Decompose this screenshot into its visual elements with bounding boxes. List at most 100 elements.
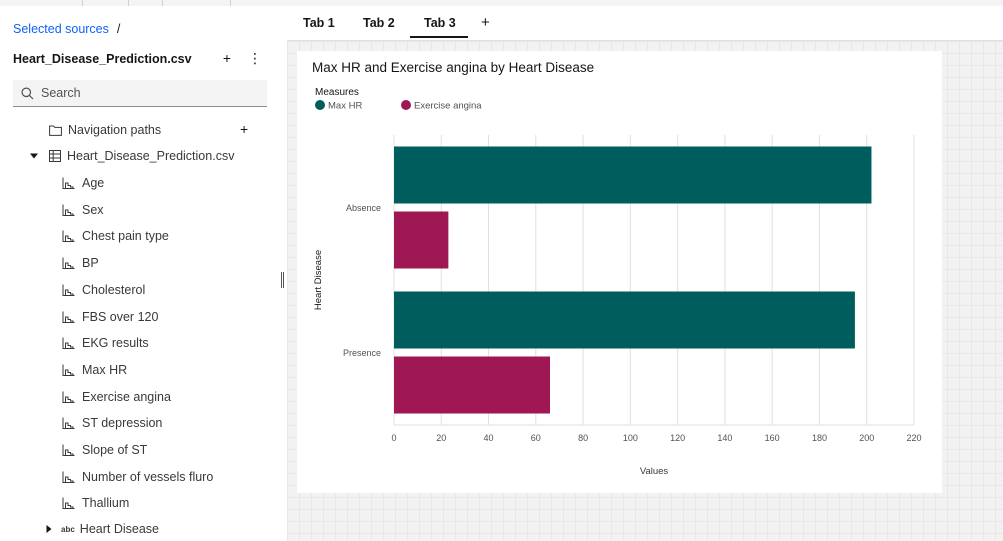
tree-item-file[interactable]: Heart_Disease_Prediction.csv xyxy=(30,146,234,166)
x-tick-label: 40 xyxy=(484,433,494,443)
column-label: Number of vessels fluro xyxy=(82,469,214,484)
column-label: Cholesterol xyxy=(82,282,146,297)
column-item[interactable]: BP xyxy=(62,253,99,273)
column-label: Slope of ST xyxy=(82,443,148,457)
x-tick-label: 120 xyxy=(670,433,685,443)
y-axis-label: Heart Disease xyxy=(313,250,324,310)
tab-3[interactable]: Tab 3 xyxy=(424,16,456,30)
column-label: EKG results xyxy=(82,336,149,351)
column-item[interactable]: FBS over 120 xyxy=(62,307,158,327)
x-tick-label: 80 xyxy=(578,433,588,443)
legend-label: Max HR xyxy=(328,101,362,112)
chart-bars xyxy=(394,146,872,414)
breadcrumb: Selected sources / xyxy=(13,22,120,36)
add-tab-button[interactable]: + xyxy=(481,14,490,31)
column-label: Max HR xyxy=(82,362,128,377)
tree-item-navigation-paths[interactable]: Navigation paths xyxy=(49,120,161,140)
measure-icon xyxy=(62,364,75,376)
search-input[interactable] xyxy=(41,86,251,100)
column-label: Sex xyxy=(82,202,104,217)
breadcrumb-link-selected-sources[interactable]: Selected sources xyxy=(13,22,109,36)
bar-presence-max-hr[interactable] xyxy=(394,291,855,349)
column-item[interactable]: Number of vessels fluro xyxy=(62,467,213,487)
canvas-area: Tab 1 Tab 2 Tab 3 + Max HR and Exercise … xyxy=(287,6,1003,541)
measure-icon xyxy=(62,204,75,216)
measure-icon xyxy=(62,337,75,350)
measure-icon xyxy=(62,444,75,456)
x-axis-label: Values xyxy=(640,466,669,477)
y-axis-categories: Absence Presence xyxy=(343,203,381,358)
tree-item-label: Heart_Disease_Prediction.csv xyxy=(67,149,235,163)
folder-icon xyxy=(49,125,62,136)
column-item[interactable]: Chest pain type xyxy=(62,226,169,246)
x-tick-label: 140 xyxy=(717,433,732,443)
text-type-icon: abc xyxy=(61,524,75,534)
measure-icon xyxy=(62,497,75,510)
tree-item-heart-disease[interactable]: abc Heart Disease xyxy=(46,519,159,539)
tab-bar: Tab 1 Tab 2 Tab 3 + xyxy=(287,6,1003,41)
measure-icon xyxy=(62,284,75,296)
x-tick-label: 60 xyxy=(531,433,541,443)
measure-icon xyxy=(62,417,75,430)
column-item[interactable]: ST depression xyxy=(62,413,162,433)
breadcrumb-separator: / xyxy=(116,22,121,36)
measure-icon xyxy=(62,257,75,270)
column-item[interactable]: Slope of ST xyxy=(62,440,147,460)
x-tick-label: 220 xyxy=(906,433,921,443)
table-icon xyxy=(49,150,61,162)
chart-legend: Max HR Exercise angina xyxy=(315,100,482,112)
column-label: Exercise angina xyxy=(82,389,171,404)
column-label: FBS over 120 xyxy=(82,309,159,324)
column-item[interactable]: Exercise angina xyxy=(62,387,171,407)
column-item[interactable]: Max HR xyxy=(62,360,127,380)
x-tick-label: 180 xyxy=(812,433,827,443)
bar-absence-max-hr[interactable] xyxy=(394,146,872,204)
source-name: Heart_Disease_Prediction.csv xyxy=(13,52,192,66)
caret-right-icon[interactable] xyxy=(46,525,52,533)
y-category-label: Presence xyxy=(343,348,381,358)
column-label: Age xyxy=(82,176,105,190)
bar-presence-exercise-angina[interactable] xyxy=(394,356,550,414)
column-item[interactable]: Thallium xyxy=(62,493,129,513)
column-label: BP xyxy=(82,256,99,271)
column-label: ST depression xyxy=(82,416,163,431)
chart-widget[interactable]: Max HR and Exercise angina by Heart Dise… xyxy=(297,51,942,493)
chart-title: Max HR and Exercise angina by Heart Dise… xyxy=(312,60,594,75)
x-tick-label: 160 xyxy=(765,433,780,443)
column-item[interactable]: Cholesterol xyxy=(62,280,145,300)
x-tick-label: 200 xyxy=(859,433,874,443)
tree-item-label: Heart Disease xyxy=(79,522,159,536)
column-item[interactable]: Sex xyxy=(62,200,104,220)
tab-1[interactable]: Tab 1 xyxy=(303,16,335,30)
legend-title: Measures xyxy=(315,87,359,98)
add-navigation-path-button[interactable]: + xyxy=(240,121,248,137)
measure-icon xyxy=(62,177,75,189)
tree-item-label: Navigation paths xyxy=(68,123,162,137)
caret-down-icon[interactable] xyxy=(30,152,38,160)
measure-icon xyxy=(62,471,75,483)
legend-label: Exercise angina xyxy=(414,101,482,112)
column-item[interactable]: EKG results xyxy=(62,333,149,353)
active-tab-indicator xyxy=(410,36,468,38)
add-source-button[interactable]: + xyxy=(221,50,233,66)
panel-resize-handle[interactable] xyxy=(281,272,285,288)
search-field[interactable] xyxy=(13,80,267,107)
search-icon xyxy=(21,87,34,99)
measure-icon xyxy=(62,230,75,243)
y-category-label: Absence xyxy=(346,203,381,213)
legend-swatch xyxy=(401,100,411,110)
data-sources-panel: Selected sources / Heart_Disease_Predicti… xyxy=(0,6,281,541)
tab-2[interactable]: Tab 2 xyxy=(363,16,395,30)
legend-swatch xyxy=(315,100,325,110)
column-item[interactable]: Age xyxy=(62,173,104,193)
bar-absence-exercise-angina[interactable] xyxy=(394,211,449,269)
bar-chart: Max HR and Exercise angina by Heart Dise… xyxy=(312,60,922,477)
x-tick-label: 100 xyxy=(623,433,638,443)
column-label: Chest pain type xyxy=(82,229,169,244)
measure-icon xyxy=(62,391,75,403)
overflow-menu-icon[interactable]: ⋮ xyxy=(248,50,262,67)
measure-icon xyxy=(62,311,75,323)
x-axis-ticks: 0 20 40 60 80 100 120 140 160 180 200 220 xyxy=(391,433,921,443)
x-tick-label: 20 xyxy=(436,433,446,443)
column-label: Thallium xyxy=(82,496,130,511)
